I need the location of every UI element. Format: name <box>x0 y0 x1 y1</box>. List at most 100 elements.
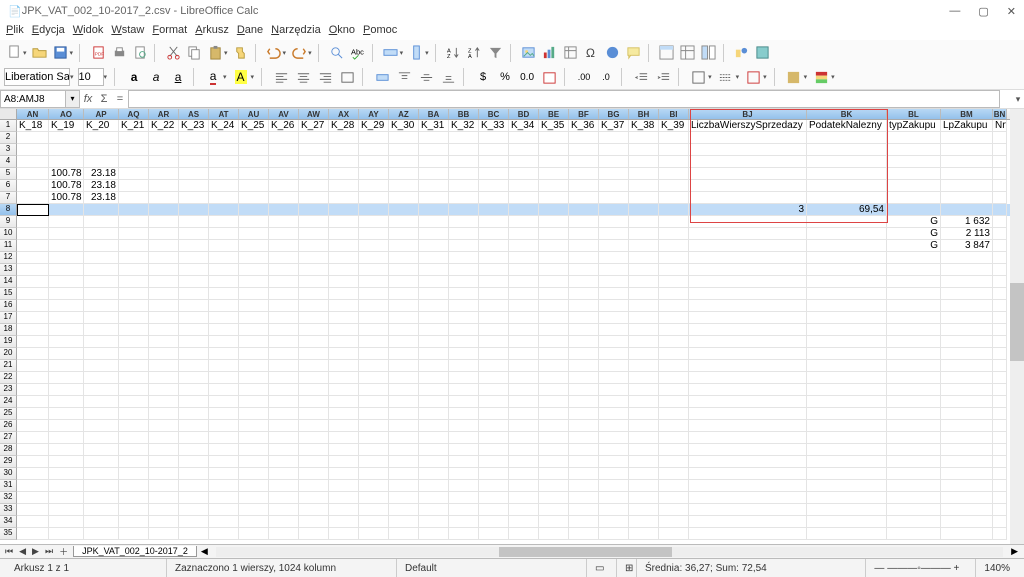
cell[interactable] <box>119 360 149 372</box>
cell[interactable] <box>239 192 269 204</box>
cell[interactable] <box>49 300 84 312</box>
col-header-BM[interactable]: BM <box>941 109 993 119</box>
row-header[interactable]: 9 <box>0 216 17 228</box>
cell[interactable] <box>209 216 239 228</box>
cell[interactable] <box>17 288 49 300</box>
cell[interactable] <box>179 528 209 540</box>
cell[interactable] <box>299 528 329 540</box>
cell[interactable] <box>84 156 119 168</box>
cell[interactable]: 3 <box>689 204 807 216</box>
row-header[interactable]: 11 <box>0 240 17 252</box>
col-header-AP[interactable]: AP <box>84 109 119 119</box>
cell[interactable] <box>539 216 569 228</box>
col-header-BD[interactable]: BD <box>509 109 539 119</box>
cell[interactable] <box>269 132 299 144</box>
cell[interactable] <box>179 264 209 276</box>
row-header[interactable]: 35 <box>0 528 17 540</box>
col-header-BG[interactable]: BG <box>599 109 629 119</box>
cell[interactable] <box>509 528 539 540</box>
cell[interactable] <box>299 180 329 192</box>
cell[interactable] <box>993 480 1007 492</box>
cell[interactable] <box>329 228 359 240</box>
row-header[interactable]: 32 <box>0 492 17 504</box>
cell[interactable] <box>659 432 689 444</box>
cell[interactable] <box>509 144 539 156</box>
cell[interactable] <box>629 252 659 264</box>
cell[interactable]: K_30 <box>389 120 419 132</box>
cell[interactable] <box>569 480 599 492</box>
cell[interactable] <box>209 204 239 216</box>
cell[interactable] <box>449 252 479 264</box>
cell[interactable] <box>689 336 807 348</box>
cell[interactable] <box>449 480 479 492</box>
row-header[interactable]: 17 <box>0 312 17 324</box>
cell[interactable] <box>689 480 807 492</box>
cell[interactable]: K_31 <box>419 120 449 132</box>
cell[interactable] <box>807 300 887 312</box>
row-header[interactable]: 16 <box>0 300 17 312</box>
cell[interactable] <box>887 300 941 312</box>
cell[interactable] <box>993 216 1007 228</box>
cell[interactable]: 2 113 <box>941 228 993 240</box>
cell[interactable] <box>359 408 389 420</box>
new-doc-icon[interactable] <box>4 43 24 63</box>
cell[interactable] <box>84 528 119 540</box>
cell[interactable] <box>479 204 509 216</box>
cell[interactable] <box>689 372 807 384</box>
cell[interactable] <box>209 240 239 252</box>
cell[interactable] <box>629 276 659 288</box>
cell[interactable] <box>479 468 509 480</box>
row-header[interactable]: 27 <box>0 432 17 444</box>
cell[interactable] <box>539 144 569 156</box>
cell[interactable] <box>269 432 299 444</box>
cell[interactable]: K_32 <box>449 120 479 132</box>
font-color-icon[interactable]: a <box>203 67 223 87</box>
cell[interactable] <box>539 300 569 312</box>
cell[interactable] <box>299 468 329 480</box>
cell[interactable] <box>149 156 179 168</box>
cell[interactable] <box>449 264 479 276</box>
cell[interactable] <box>359 468 389 480</box>
cell[interactable] <box>659 204 689 216</box>
cell[interactable] <box>689 276 807 288</box>
cut-icon[interactable] <box>163 43 183 63</box>
menu-okno[interactable]: Okno <box>329 24 355 38</box>
sort-asc-icon[interactable]: AZ <box>444 43 464 63</box>
cell[interactable] <box>509 360 539 372</box>
cell[interactable]: G <box>887 228 941 240</box>
cell[interactable] <box>119 180 149 192</box>
cell[interactable] <box>993 444 1007 456</box>
cell[interactable] <box>479 276 509 288</box>
cell[interactable] <box>239 456 269 468</box>
cell[interactable] <box>329 312 359 324</box>
cell[interactable] <box>993 288 1007 300</box>
cell[interactable] <box>479 156 509 168</box>
autofilter-icon[interactable] <box>486 43 506 63</box>
cell[interactable] <box>419 480 449 492</box>
cell[interactable] <box>84 252 119 264</box>
cell[interactable] <box>479 144 509 156</box>
cell[interactable] <box>993 372 1007 384</box>
cell[interactable] <box>993 300 1007 312</box>
cell[interactable] <box>941 384 993 396</box>
cell[interactable] <box>179 432 209 444</box>
cell[interactable] <box>149 480 179 492</box>
cell[interactable] <box>887 504 941 516</box>
cell[interactable] <box>419 144 449 156</box>
cell[interactable] <box>119 372 149 384</box>
cell[interactable] <box>49 216 84 228</box>
cell[interactable] <box>509 276 539 288</box>
cell[interactable] <box>659 276 689 288</box>
cell[interactable] <box>84 324 119 336</box>
row-header[interactable]: 31 <box>0 480 17 492</box>
wrap-icon[interactable] <box>337 67 357 87</box>
comment-icon[interactable] <box>624 43 644 63</box>
cell[interactable] <box>209 132 239 144</box>
cell[interactable] <box>479 216 509 228</box>
cell[interactable] <box>49 396 84 408</box>
cell[interactable] <box>179 396 209 408</box>
cell[interactable] <box>84 348 119 360</box>
cell[interactable] <box>539 348 569 360</box>
cell[interactable] <box>84 312 119 324</box>
cell[interactable] <box>329 456 359 468</box>
